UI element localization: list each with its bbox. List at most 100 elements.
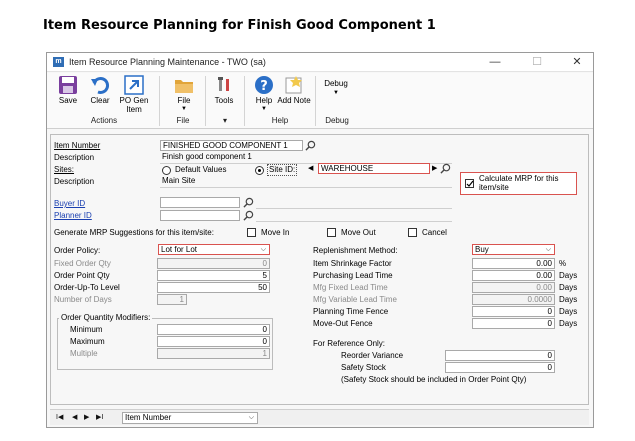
multiple-label: Multiple [70, 349, 98, 358]
group-actions: Actions [90, 116, 118, 125]
generate-mrp-label: Generate MRP Suggestions for this item/s… [54, 228, 214, 237]
file-menu-button[interactable]: File ▼ [167, 75, 201, 115]
replenishment-method-value: Buy [475, 245, 489, 254]
buyer-name-display [256, 198, 452, 209]
app-icon: m [53, 57, 64, 67]
chevron-down-icon: ⌵ [248, 414, 254, 421]
replenishment-method-select[interactable]: Buy ⌵ [472, 244, 555, 255]
chevron-down-icon: ▼ [261, 106, 267, 112]
move-out-checkbox[interactable] [327, 228, 336, 237]
group-file: File [176, 116, 190, 125]
order-up-to-level-field[interactable]: 50 [157, 282, 270, 293]
fixed-order-qty-field[interactable]: 0 [157, 258, 270, 269]
planning-time-fence-field[interactable]: 0 [472, 306, 555, 317]
mfg-fixed-lead-time-label: Mfg Fixed Lead Time [313, 283, 388, 292]
reorder-variance-label: Reorder Variance [341, 351, 404, 360]
site-next-arrow[interactable]: ▶ [432, 164, 437, 174]
site-id-radio[interactable] [255, 166, 264, 175]
tools-menu-button[interactable]: Tools [207, 75, 241, 115]
replenishment-method-label: Replenishment Method: [313, 246, 398, 255]
planner-id-link[interactable]: Planner ID [54, 211, 92, 221]
chevron-down-icon: ⌵ [260, 246, 266, 253]
last-record-button[interactable]: ▶I [96, 413, 103, 421]
po-gen-item-button[interactable]: PO Gen Item [117, 75, 151, 115]
safety-stock-field[interactable]: 0 [445, 362, 555, 373]
days-unit: Days [559, 283, 578, 292]
site-description-value: Main Site [162, 176, 196, 185]
help-menu-button[interactable]: ? Help ▼ [247, 75, 281, 115]
group-help: Help [271, 116, 289, 125]
description-value: Finish good component 1 [162, 152, 252, 161]
move-in-checkbox[interactable] [247, 228, 256, 237]
order-policy-select[interactable]: Lot for Lot ⌵ [158, 244, 270, 255]
check-icon [466, 180, 474, 187]
calculate-mrp-box: Calculate MRP for this item/site [460, 172, 577, 195]
calculate-mrp-label: Calculate MRP for this item/site [479, 174, 559, 192]
previous-record-button[interactable]: ◀ [72, 413, 77, 421]
number-of-days-field[interactable]: 1 [157, 294, 187, 305]
mfg-fixed-lead-time-field[interactable]: 0.00 [472, 282, 555, 293]
maximum-label: Maximum [70, 337, 105, 346]
mfg-variable-lead-time-label: Mfg Variable Lead Time [313, 295, 397, 304]
days-unit: Days [559, 295, 578, 304]
divider [160, 187, 452, 188]
first-record-button[interactable]: I◀ [56, 413, 63, 421]
reorder-variance-field[interactable]: 0 [445, 350, 555, 361]
chevron-down-icon: ⌵ [545, 246, 551, 253]
sort-by-select[interactable]: Item Number ⌵ [122, 412, 258, 424]
window-title: Item Resource Planning Maintenance - TWO… [69, 57, 266, 67]
days-unit: Days [559, 271, 578, 280]
cancel-checkbox[interactable] [408, 228, 417, 237]
calculate-mrp-checkbox[interactable] [465, 179, 474, 188]
multiple-field[interactable]: 1 [157, 348, 270, 359]
move-out-label: Move Out [341, 228, 376, 237]
mfg-variable-lead-time-field[interactable]: 0.0000 [472, 294, 555, 305]
reference-only-label: For Reference Only: [313, 339, 386, 348]
close-button[interactable]: ✕ [563, 55, 591, 69]
maximum-field[interactable]: 0 [157, 336, 270, 347]
group-debug: Debug [325, 116, 349, 125]
percent-unit: % [559, 259, 567, 268]
planning-time-fence-label: Planning Time Fence [313, 307, 389, 316]
ribbon-separator [159, 76, 160, 126]
help-icon: ? [255, 76, 273, 94]
buyer-lookup-icon[interactable] [243, 197, 254, 208]
buyer-id-field[interactable] [160, 197, 240, 208]
move-out-fence-label: Move-Out Fence [313, 319, 373, 328]
planner-lookup-icon[interactable] [243, 210, 254, 221]
record-navigation-bar: I◀ ◀ ▶ ▶I Item Number ⌵ [50, 409, 589, 425]
maximize-button[interactable]: ☐ [523, 55, 551, 69]
days-unit: Days [559, 307, 578, 316]
safety-stock-label: Safety Stock [341, 363, 386, 372]
item-number-field[interactable]: FINISHED GOOD COMPONENT 1 [160, 140, 303, 151]
description-label: Description [54, 153, 95, 162]
lookup-icon[interactable] [305, 140, 316, 151]
planner-id-field[interactable] [160, 210, 240, 221]
order-up-to-level-label: Order-Up-To Level [54, 283, 120, 292]
default-values-radio[interactable] [162, 166, 171, 175]
move-in-label: Move In [261, 228, 290, 237]
shrinkage-factor-field[interactable]: 0.00 [472, 258, 555, 269]
site-lookup-icon[interactable] [440, 163, 451, 174]
save-button[interactable]: Save [51, 75, 85, 115]
site-id-field[interactable]: WAREHOUSE [318, 163, 430, 174]
next-record-button[interactable]: ▶ [84, 413, 89, 421]
minimize-button[interactable]: — [481, 55, 509, 69]
folder-icon [175, 80, 193, 93]
order-point-qty-field[interactable]: 5 [157, 270, 270, 281]
item-resource-planning-window: m Item Resource Planning Maintenance - T… [46, 52, 594, 428]
sites-label: Sites: [54, 165, 75, 174]
site-description-label: Description [54, 177, 95, 186]
add-note-button[interactable]: Add Note [277, 75, 311, 115]
site-prev-arrow[interactable]: ◀ [308, 164, 313, 174]
arrow-box-icon [124, 75, 144, 95]
minimum-field[interactable]: 0 [157, 324, 270, 335]
buyer-id-link[interactable]: Buyer ID [54, 199, 85, 209]
group-tools: ▾ [222, 116, 227, 125]
order-policy-label: Order Policy: [54, 246, 101, 255]
chevron-down-icon: ▼ [181, 106, 187, 112]
note-icon [285, 76, 302, 94]
move-out-fence-field[interactable]: 0 [472, 318, 555, 329]
purchasing-lead-time-field[interactable]: 0.00 [472, 270, 555, 281]
debug-menu-button[interactable]: Debug ▼ [319, 75, 353, 115]
